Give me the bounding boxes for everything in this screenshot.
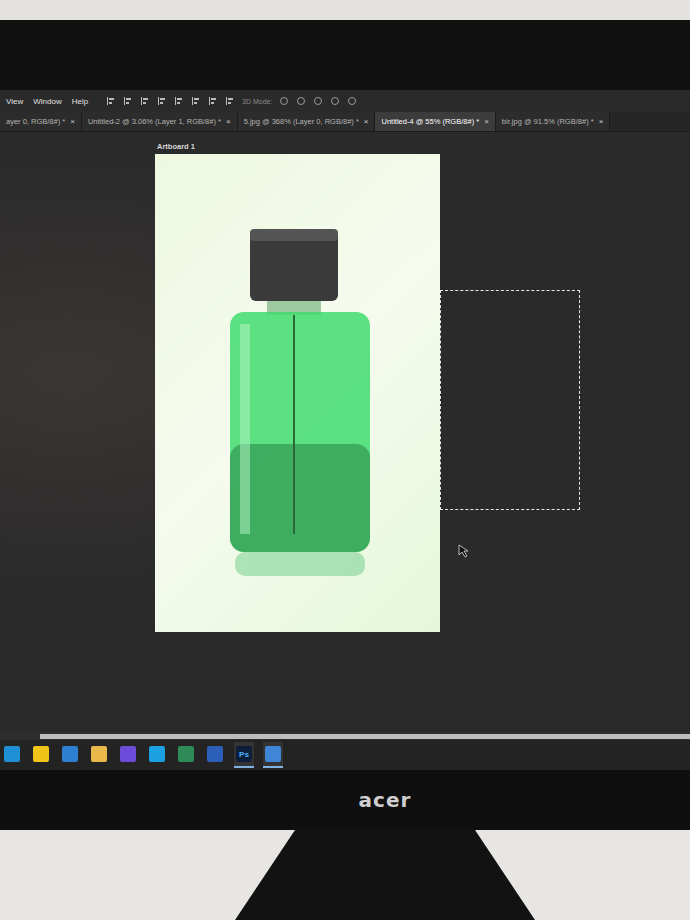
align-icon[interactable] [208, 96, 218, 106]
document-tab[interactable]: 5.jpg @ 368% (Layer 0, RGB/8#) *× [238, 112, 376, 131]
artboard-label: Artboard 1 [157, 142, 195, 151]
menu-bar: View Window Help 3D Mode: [0, 90, 690, 112]
taskbar: Ps [0, 740, 690, 770]
document-tab[interactable]: ayer 0, RGB/8#) *× [0, 112, 82, 131]
cursor-icon [458, 544, 470, 558]
menu-item[interactable]: View [6, 97, 23, 106]
menu-item[interactable]: Window [33, 97, 61, 106]
align-icon[interactable] [225, 96, 235, 106]
taskbar-app[interactable]: Ps [234, 742, 254, 768]
tab-close[interactable]: × [70, 117, 75, 126]
selection-marquee[interactable] [440, 290, 580, 510]
monitor-bottom-bezel: acer [0, 770, 690, 830]
photoshop-icon: Ps [236, 746, 252, 762]
artboard[interactable] [155, 154, 440, 632]
store-icon [33, 746, 49, 762]
photos-icon [265, 746, 281, 762]
align-icon[interactable] [157, 96, 167, 106]
canvas-area[interactable]: Artboard 1 [0, 132, 690, 732]
skype-icon [149, 746, 165, 762]
brand-logo: acer [359, 788, 412, 812]
taskbar-app[interactable] [31, 742, 51, 768]
monitor-top-bezel [0, 20, 690, 90]
3d-tool-icon[interactable] [330, 96, 340, 106]
3d-tool-icon[interactable] [279, 96, 289, 106]
align-icon[interactable] [106, 96, 116, 106]
document-tabs: ayer 0, RGB/8#) *×Untitled-2 @ 3.06% (La… [0, 112, 690, 132]
taskbar-app[interactable] [176, 742, 196, 768]
align-icon[interactable] [191, 96, 201, 106]
align-tools: 3D Mode: [106, 96, 357, 106]
align-icon[interactable] [174, 96, 184, 106]
perfume-bottle-image [155, 154, 440, 632]
taskbar-app[interactable] [263, 742, 283, 768]
align-icon[interactable] [140, 96, 150, 106]
photo-of-monitor: View Window Help 3D Mode: ayer 0, RGB/8#) *×… [0, 0, 690, 920]
folder-icon [91, 746, 107, 762]
document-tab[interactable]: bir.jpg @ 91.5% (RGB/8#) *× [496, 112, 611, 131]
3d-tool-icon[interactable] [347, 96, 357, 106]
desk [0, 830, 690, 920]
menu-item[interactable]: Help [72, 97, 88, 106]
taskbar-app[interactable] [205, 742, 225, 768]
horizontal-scrollbar[interactable] [0, 732, 690, 740]
taskbar-app[interactable] [118, 742, 138, 768]
tab-close[interactable]: × [484, 117, 489, 126]
excel-icon [178, 746, 194, 762]
tab-close[interactable]: × [226, 117, 231, 126]
align-icon[interactable] [123, 96, 133, 106]
wall [0, 0, 690, 20]
scrollbar-thumb[interactable] [40, 734, 690, 739]
word-icon [207, 746, 223, 762]
mode-label: 3D Mode: [242, 98, 272, 105]
3d-tool-icon[interactable] [296, 96, 306, 106]
tab-close[interactable]: × [364, 117, 369, 126]
taskbar-app[interactable] [2, 742, 22, 768]
document-tab[interactable]: Untitled-4 @ 55% (RGB/8#) *× [375, 112, 495, 131]
edge-icon [4, 746, 20, 762]
3d-tool-icon[interactable] [313, 96, 323, 106]
tab-close[interactable]: × [599, 117, 604, 126]
game-icon [120, 746, 136, 762]
mail-icon [62, 746, 78, 762]
document-tab[interactable]: Untitled-2 @ 3.06% (Layer 1, RGB/8#) *× [82, 112, 238, 131]
monitor-stand [235, 830, 535, 920]
taskbar-app[interactable] [60, 742, 80, 768]
taskbar-app[interactable] [89, 742, 109, 768]
taskbar-app[interactable] [147, 742, 167, 768]
